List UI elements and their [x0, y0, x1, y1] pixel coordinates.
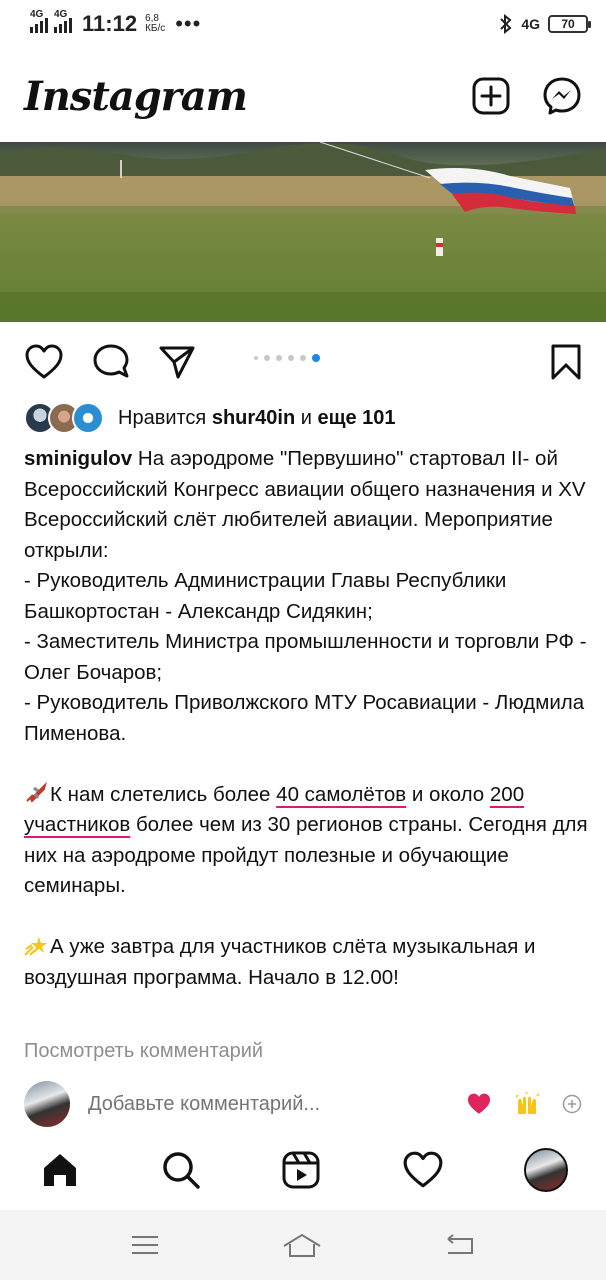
profile-avatar[interactable] — [524, 1148, 568, 1192]
carousel-indicator — [254, 354, 320, 362]
menu-icon[interactable] — [130, 1233, 160, 1257]
speed-unit: КБ/с — [145, 23, 166, 34]
caption-p2-a: К нам слетелись более — [50, 782, 271, 806]
likes-conj: и — [300, 406, 312, 429]
carousel-dot-active — [312, 354, 320, 362]
signal-icon: 4G — [30, 9, 48, 33]
battery-level: 70 — [561, 17, 575, 31]
bookmark-icon[interactable] — [550, 343, 582, 381]
search-icon[interactable] — [161, 1150, 201, 1190]
caption-underlined-planes: 40 самолётов — [276, 782, 407, 806]
avatar — [72, 402, 104, 434]
bottom-navigation — [0, 1140, 606, 1200]
carousel-dot — [300, 355, 306, 361]
caption-p2-b: и около — [411, 782, 485, 806]
system-navigation-bar — [0, 1210, 606, 1280]
likes-prefix: Нравится — [118, 406, 207, 429]
post-caption: sminigulov На аэродроме "Первушино" стар… — [24, 444, 590, 993]
carousel-dot — [254, 356, 258, 360]
home-icon[interactable] — [40, 1150, 80, 1190]
reels-icon[interactable] — [281, 1150, 321, 1190]
battery-icon: 70 — [548, 15, 591, 33]
carousel-dot — [288, 355, 294, 361]
more-notifications: ••• — [175, 11, 202, 36]
activity-heart-icon[interactable] — [402, 1151, 444, 1189]
comment-icon[interactable] — [92, 343, 130, 381]
caption-username[interactable]: sminigulov — [24, 447, 132, 470]
caption-list-item: - Руководитель Приволжского МТУ Росавиац… — [24, 691, 585, 745]
add-comment-row — [24, 1080, 582, 1128]
bluetooth-icon — [500, 14, 512, 34]
likes-user[interactable]: shur40in — [212, 407, 295, 430]
likes-summary[interactable]: Нравится shur40in и еще 101 — [24, 402, 396, 434]
avatar — [24, 1081, 70, 1127]
shooting-star-emoji-icon — [24, 937, 47, 956]
likes-others[interactable]: еще 101 — [317, 407, 395, 430]
plus-square-icon[interactable] — [472, 77, 510, 115]
carousel-dot — [276, 355, 282, 361]
home-nav-icon[interactable] — [281, 1232, 323, 1258]
add-emoji-icon[interactable] — [562, 1094, 582, 1114]
caption-list-item: - Руководитель Администрации Главы Респу… — [24, 569, 507, 623]
like-heart-icon[interactable] — [24, 344, 64, 380]
network-label: 4G — [521, 16, 540, 32]
instagram-logo[interactable]: Instagram — [24, 73, 248, 120]
app-header: Instagram — [0, 56, 606, 136]
share-send-icon[interactable] — [158, 344, 196, 380]
caption-list-item: - Заместитель Министра промышленности и … — [24, 630, 587, 684]
post-actions — [24, 340, 582, 384]
view-comments-link[interactable]: Посмотреть комментарий — [24, 1040, 263, 1063]
post-photo[interactable] — [0, 142, 606, 322]
caption-p3: А уже завтра для участников слёта музыка… — [24, 935, 536, 989]
airplane-emoji-icon — [26, 781, 47, 803]
status-bar: 4G 4G 11:12 6,8 КБ/с ••• 4G 70 — [0, 0, 606, 48]
back-icon[interactable] — [444, 1233, 476, 1257]
liker-avatars — [24, 402, 104, 434]
signal-icon: 4G — [54, 9, 72, 33]
clock: 11:12 — [82, 11, 138, 36]
carousel-dot — [264, 355, 270, 361]
heart-emoji-icon[interactable] — [466, 1092, 492, 1116]
raising-hands-emoji-icon[interactable] — [514, 1092, 540, 1116]
comment-input[interactable] — [88, 1092, 388, 1116]
messenger-icon[interactable] — [542, 76, 582, 116]
network-speed: 6,8 КБ/с — [145, 14, 165, 34]
